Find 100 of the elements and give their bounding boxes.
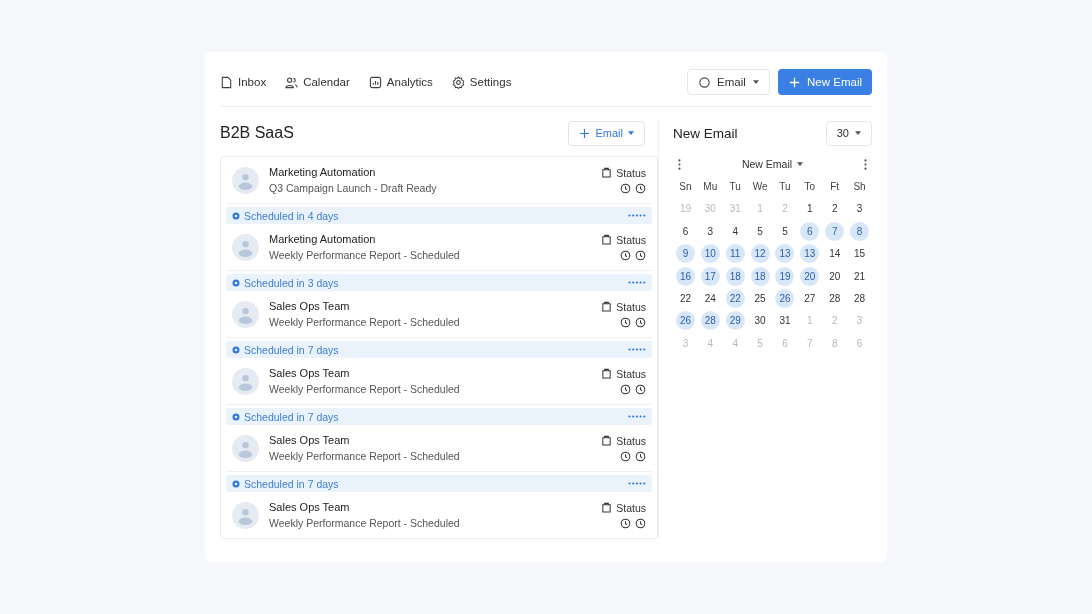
avatar-icon [232,300,259,328]
clock-icon[interactable] [635,316,646,328]
calendar-day[interactable]: 13 [800,244,820,264]
calendar-day[interactable]: 14 [825,244,845,264]
calendar-day[interactable]: 29 [725,311,745,331]
calendar-day[interactable]: 26 [675,311,695,331]
weekday-label: Tu [779,180,791,194]
calendar-day[interactable]: 5 [775,221,795,241]
caret-icon [753,80,760,84]
status-label: Status [616,501,646,514]
clock-icon[interactable] [635,517,646,529]
calendar-day[interactable]: 22 [725,288,745,308]
calendar-day[interactable]: 18 [750,266,770,286]
calendar-day[interactable]: 21 [850,266,870,286]
clock-icon[interactable] [620,450,631,462]
dot-icon [232,345,240,354]
email-row[interactable]: Sales Ops Team Weekly Performance Report - Scheduled Status [226,425,652,471]
calendar-day[interactable]: 31 [775,311,795,331]
nav-link[interactable]: Analytics [368,75,433,89]
clock-icon[interactable] [620,383,631,395]
calendar-day[interactable]: 5 [750,221,770,241]
calendar-day[interactable]: 28 [850,288,870,308]
panel-title: B2B SaaS [220,124,294,142]
email-row[interactable]: Sales Ops Team Weekly Performance Report - Scheduled Status [226,358,652,404]
more-icon[interactable] [678,158,681,170]
caret-icon [797,162,804,166]
calendar-day[interactable]: 26 [775,288,795,308]
calendar-day[interactable]: 6 [800,221,820,241]
sender-name: Sales Ops Team [269,434,351,446]
calendar-day[interactable]: 3 [700,221,720,241]
clock-icon[interactable] [620,316,631,328]
email-dropdown[interactable]: Email [687,69,771,95]
calendar-day[interactable]: 4 [725,221,745,241]
calendar-day[interactable]: 8 [850,221,870,241]
clipboard-icon [601,234,613,245]
weekday-label: Sh [853,180,866,194]
chart-icon [368,75,382,89]
calendar-day[interactable]: 19 [775,266,795,286]
calendar-day[interactable]: 7 [825,221,845,241]
settings-icon [451,75,465,89]
calendar-day[interactable]: 25 [750,288,770,308]
caret-icon [628,131,634,135]
calendar-day[interactable]: 18 [725,266,745,286]
weekday-label: We [752,180,768,194]
avatar-icon [232,166,259,194]
people-icon [285,75,299,89]
calendar-day[interactable]: 6 [675,221,695,241]
calendar-day[interactable]: 16 [675,266,695,286]
clipboard-icon [601,502,613,513]
clock-icon[interactable] [620,517,631,529]
email-subject: Weekly Performance Report - Scheduled [269,450,461,462]
calendar-day[interactable]: 27 [800,288,820,308]
schedule-label: Scheduled in 3 days [244,276,339,289]
circle-icon [698,75,712,89]
weekday-label: Mu [703,180,718,194]
email-row[interactable]: Sales Ops Team Weekly Performance Report - Scheduled Status [226,492,652,538]
calendar-day[interactable]: 11 [725,244,745,264]
calendar-day[interactable]: 22 [675,288,695,308]
calendar-day[interactable]: 2 [825,199,845,219]
email-row[interactable]: Marketing Automation Weekly Performance Report - Scheduled Status [226,224,652,270]
dot-icon [232,211,240,220]
calendar-day[interactable]: 13 [775,244,795,264]
caret-icon [855,131,861,135]
calendar-day[interactable]: 28 [700,311,720,331]
calendar-day[interactable]: 10 [700,244,720,264]
calendar-day[interactable]: 15 [850,244,870,264]
avatar-icon [232,434,259,462]
schedule-label: Scheduled in 7 days [244,477,339,490]
nav-link[interactable]: Inbox [220,75,267,89]
email-row[interactable]: Marketing Automation Q3 Campaign Launch - Draft Ready Status [226,157,652,203]
calendar-day[interactable]: 12 [750,244,770,264]
calendar-day[interactable]: 9 [675,244,695,264]
nav-link[interactable]: Calendar [285,75,350,89]
clock-icon[interactable] [635,450,646,462]
new-email-button[interactable]: New Email [778,69,872,95]
dot-icon [232,412,240,421]
calendar-day[interactable]: 3 [850,199,870,219]
status-label: Status [616,166,646,179]
clock-icon[interactable] [635,383,646,395]
weekday-label: Tu [729,180,741,194]
nav-link[interactable]: Settings [451,75,512,89]
calendar-day[interactable]: 20 [825,266,845,286]
clock-icon[interactable] [635,249,646,261]
email-row[interactable]: Sales Ops Team Weekly Performance Report - Scheduled Status [226,291,652,337]
calendar-day[interactable]: 20 [800,266,820,286]
add-email-button[interactable]: Email [568,120,645,146]
clock-icon[interactable] [620,249,631,261]
calendar-day[interactable]: 24 [700,288,720,308]
clock-icon[interactable] [620,182,631,194]
email-subject: Q3 Campaign Launch - Draft Ready [269,182,438,194]
sender-name: Marketing Automation [269,233,377,245]
calendar-day[interactable]: 28 [825,288,845,308]
range-dropdown[interactable]: 30 [825,120,872,146]
month-dropdown[interactable]: New Email [741,158,804,170]
clock-icon[interactable] [635,182,646,194]
status-label: Status [616,367,646,380]
calendar-day[interactable]: 1 [800,199,820,219]
calendar-day[interactable]: 17 [700,266,720,286]
more-icon[interactable] [864,158,867,170]
calendar-day[interactable]: 30 [750,311,770,331]
